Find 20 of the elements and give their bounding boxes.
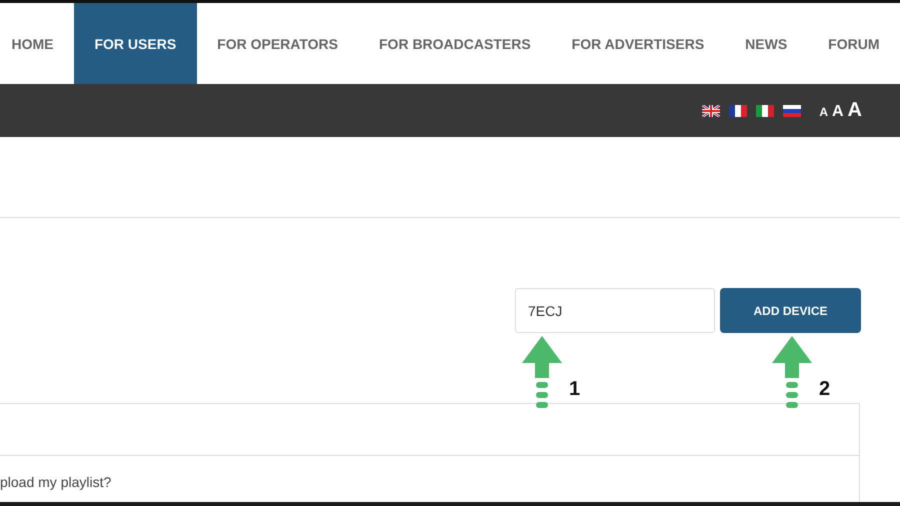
uk-flag-icon[interactable] (702, 104, 720, 116)
french-flag-icon[interactable] (729, 104, 748, 116)
nav-tab[interactable]: FORUM (808, 3, 900, 84)
up-arrow-icon (521, 336, 563, 408)
font-size-toggle[interactable]: A (832, 103, 844, 121)
step-number: 2 (819, 378, 830, 401)
add-device-button[interactable]: ADD DEVICE (720, 288, 861, 333)
nav-tab[interactable]: FOR USERS (74, 3, 197, 84)
nav-tab[interactable]: HOME (0, 3, 74, 84)
step-number: 1 (569, 378, 580, 401)
russian-flag-icon[interactable] (783, 104, 802, 116)
nav-tab[interactable]: NEWS (724, 3, 808, 84)
font-size-toggle[interactable]: A (848, 99, 862, 122)
up-arrow-icon (771, 336, 813, 408)
italian-flag-icon[interactable] (756, 104, 774, 116)
device-code-field[interactable]: 7ECJ (515, 288, 715, 333)
nav-tab[interactable]: FOR ADVERTISERS (551, 3, 725, 84)
font-size-toggle[interactable]: A (819, 105, 828, 119)
nav-tab[interactable]: FOR BROADCASTERS (358, 3, 552, 84)
nav-tab[interactable]: FOR OPERATORS (196, 3, 358, 84)
